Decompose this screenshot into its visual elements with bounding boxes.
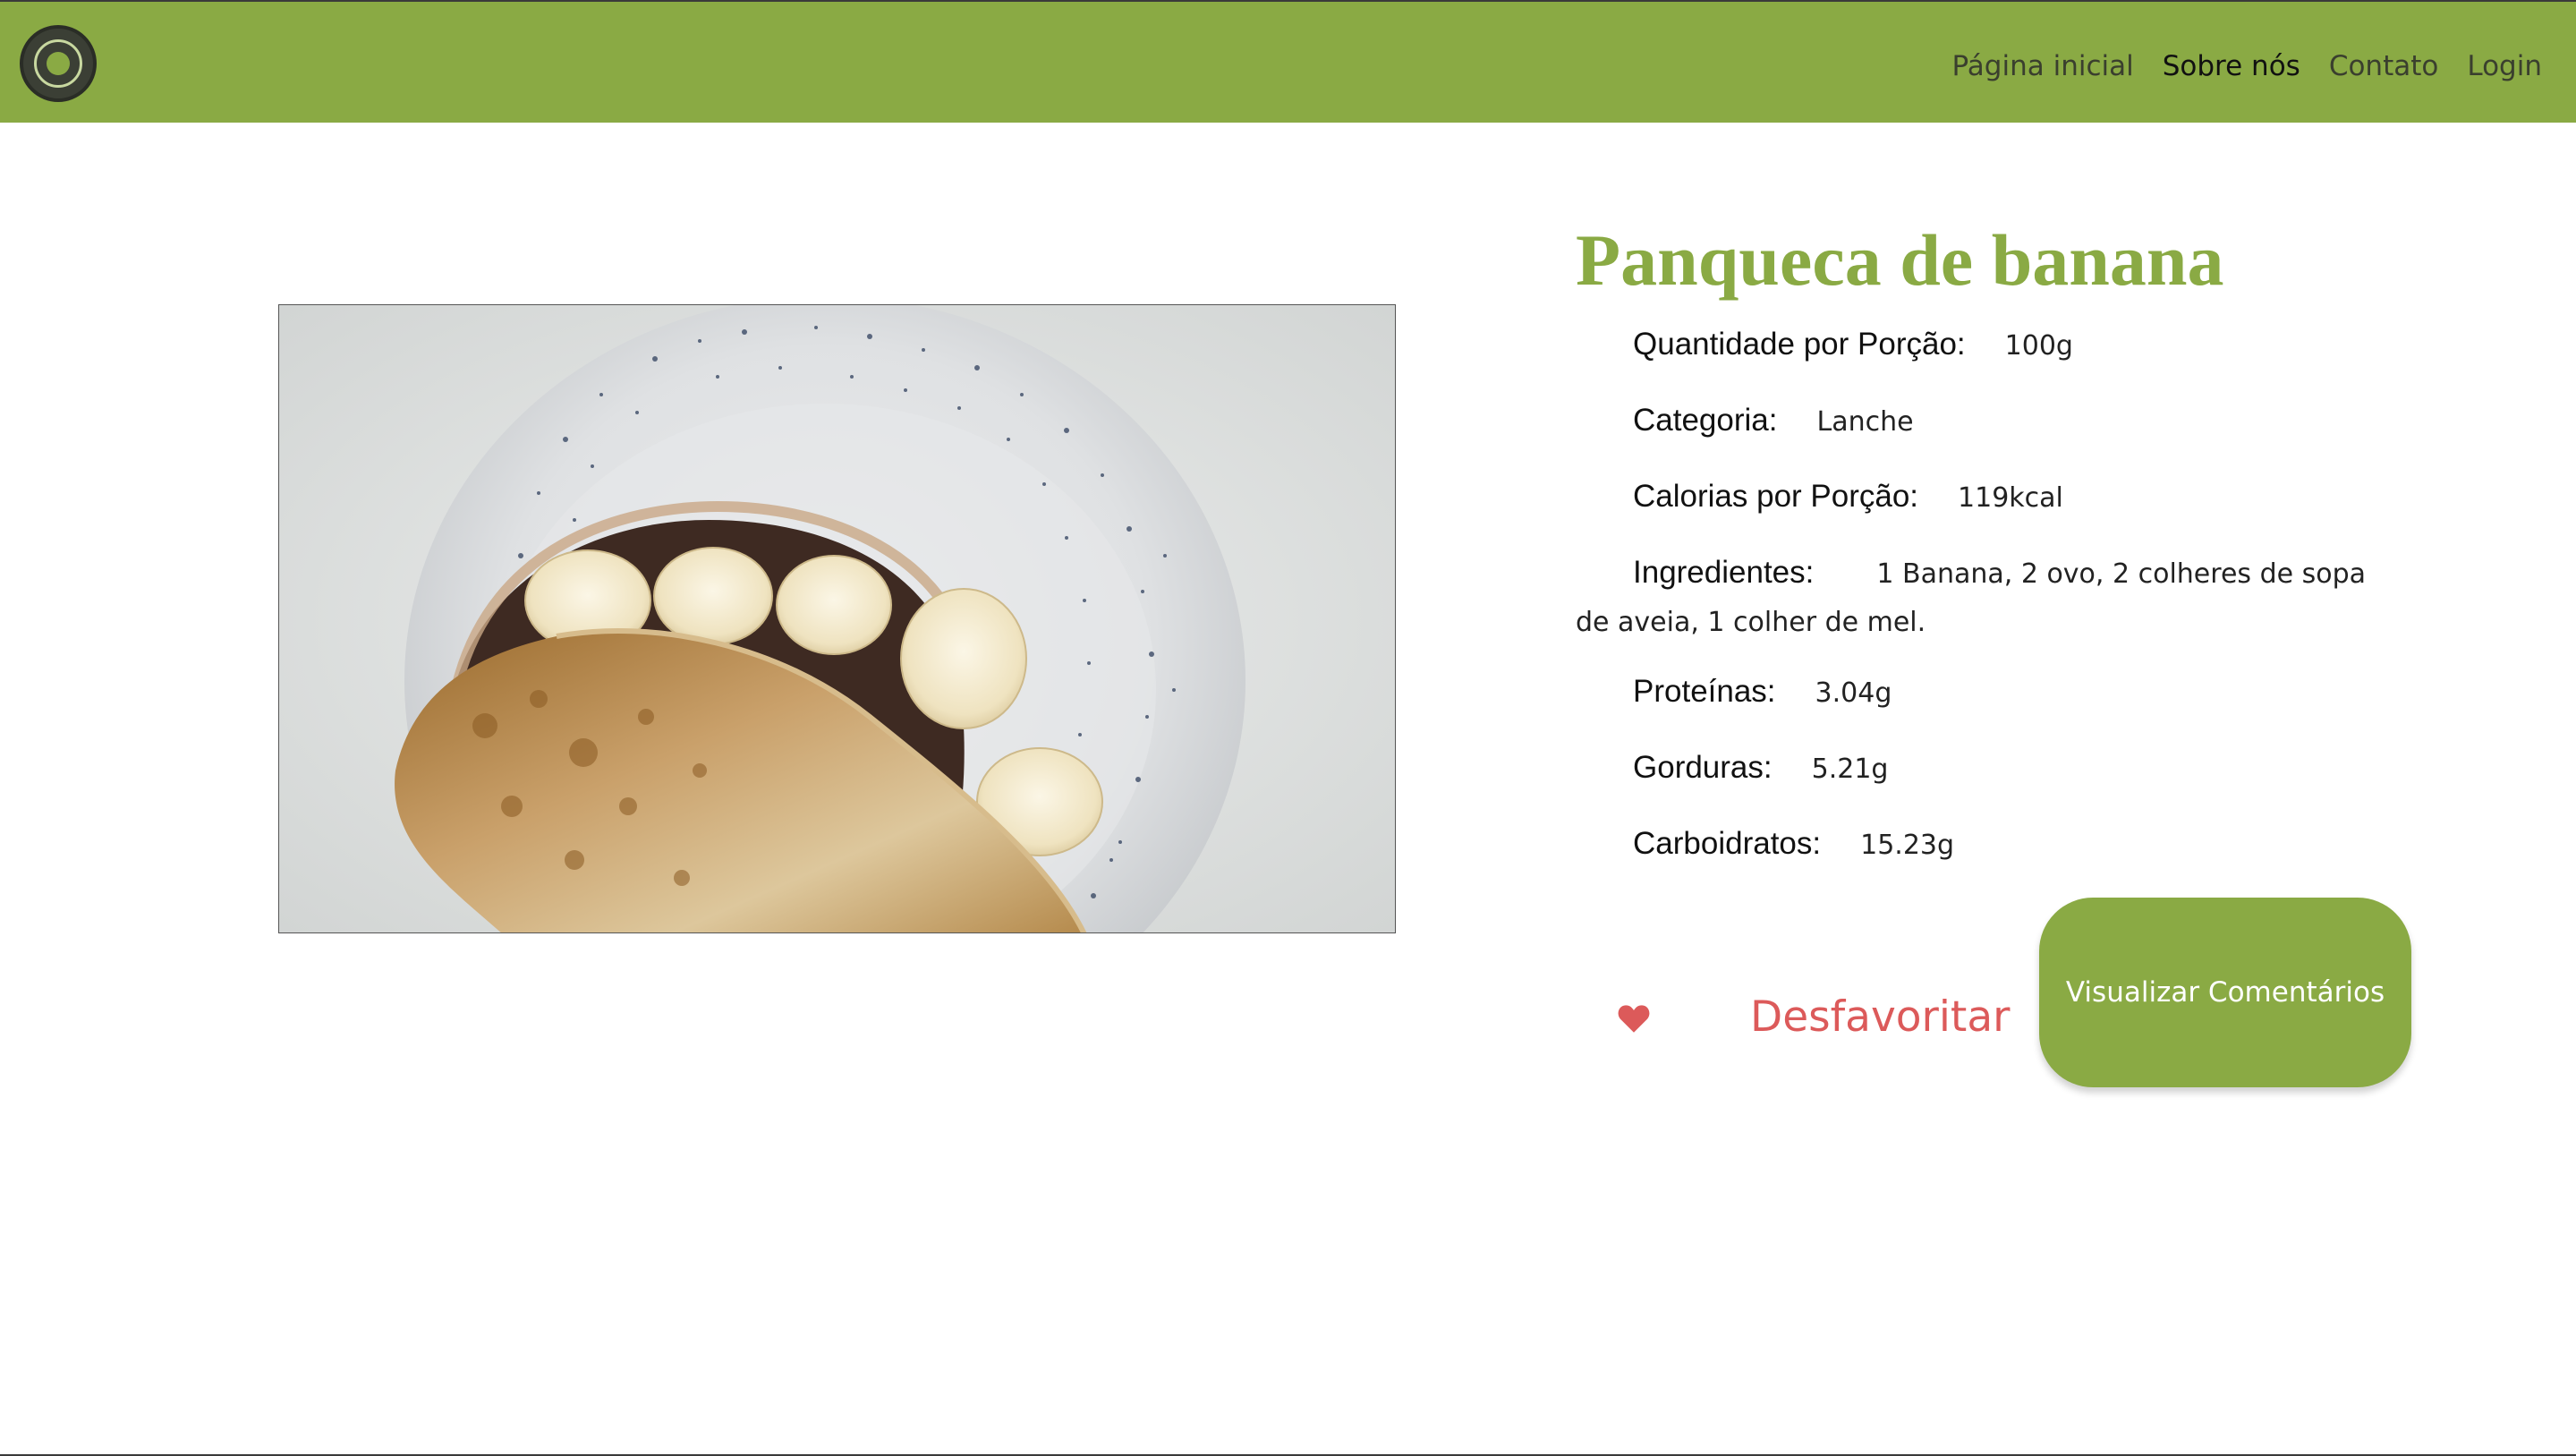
protein-label: Proteínas:: [1633, 674, 1776, 709]
nav-link-contact[interactable]: Contato: [2329, 48, 2439, 84]
protein-value: 3.04g: [1815, 677, 1892, 709]
category-value: Lanche: [1816, 406, 1914, 438]
view-comments-button[interactable]: Visualizar Comentários: [2039, 898, 2411, 1087]
calories-label: Calorias por Porção:: [1633, 479, 1919, 514]
category-row: Categoria: Lanche: [1633, 403, 1914, 439]
carbs-label: Carboidratos:: [1633, 826, 1822, 861]
carbs-row: Carboidratos: 15.23g: [1633, 826, 1954, 862]
logo[interactable]: [20, 25, 97, 102]
calories-row: Calorias por Porção: 119kcal: [1633, 479, 2063, 515]
main-nav: Página inicial Sobre nós Contato Login: [1952, 48, 2543, 84]
carbs-value: 15.23g: [1860, 830, 1955, 861]
nav-link-home[interactable]: Página inicial: [1952, 48, 2134, 84]
nav-link-login[interactable]: Login: [2467, 48, 2542, 84]
fat-row: Gorduras: 5.21g: [1633, 750, 1888, 786]
pancake-illustration: [279, 305, 1395, 932]
fat-label: Gorduras:: [1633, 750, 1773, 785]
fat-value: 5.21g: [1811, 754, 1889, 785]
heart-icon[interactable]: [1618, 1002, 1650, 1035]
ingredients-label: Ingredientes:: [1633, 555, 1815, 590]
category-label: Categoria:: [1633, 403, 1778, 438]
protein-row: Proteínas: 3.04g: [1633, 674, 1892, 710]
portion-row: Quantidade por Porção: 100g: [1633, 327, 2073, 362]
unfavorite-button[interactable]: Desfavoritar: [1750, 986, 2010, 1049]
nav-link-about[interactable]: Sobre nós: [2163, 48, 2300, 84]
logo-core: [47, 52, 70, 75]
calories-value: 119kcal: [1958, 482, 2063, 514]
navbar: Página inicial Sobre nós Contato Login: [0, 2, 2576, 123]
recipe-photo: [278, 304, 1396, 933]
ingredients-row: Ingredientes: 1 Banana, 2 ovo, 2 colheres…: [1576, 549, 2399, 646]
portion-label: Quantidade por Porção:: [1633, 327, 1966, 362]
portion-value: 100g: [2004, 330, 2073, 362]
recipe-title: Panqueca de banana: [1576, 219, 2224, 301]
